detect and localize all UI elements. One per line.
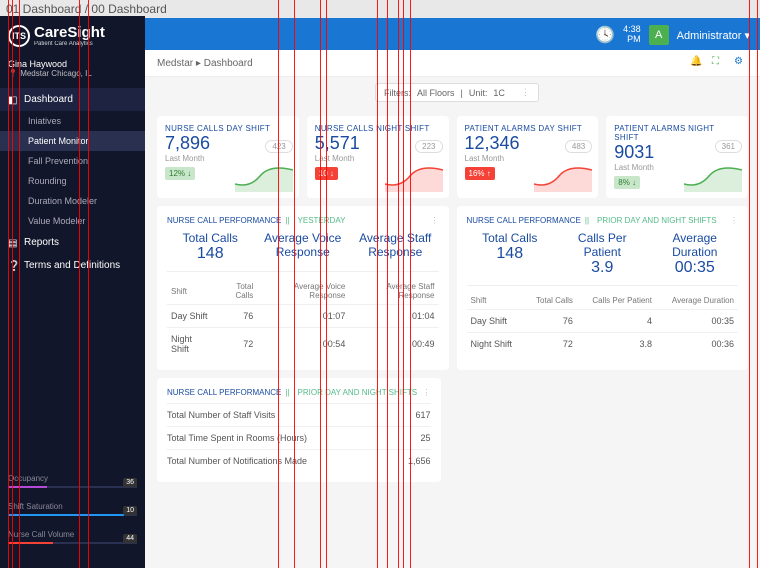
user-name: Gina Haywood: [8, 59, 137, 69]
kpi-sub: Last Month: [465, 154, 591, 163]
kpi-pill: 423: [265, 140, 292, 153]
kpi-card: NURSE CALLS DAY SHIFT 7,896 Last Month 1…: [157, 116, 299, 198]
sidebar-meters: Occupancy 36 Shift Saturation 10 Nurse C…: [8, 474, 137, 558]
avatar[interactable]: A: [649, 25, 669, 45]
kpi-title: NURSE CALLS NIGHT SHIFT: [315, 124, 441, 133]
table: ShiftTotal CallsCalls Per PatientAverage…: [467, 292, 739, 355]
panel-nurse-call-summary: NURSE CALL PERFORMANCE || PRIOR DAY AND …: [157, 378, 441, 482]
main: Medstar ▸ Dashboard 🔔 ⛶ ⚙ Filters:All Fl…: [145, 50, 760, 568]
panel-nurse-call-prior: NURSE CALL PERFORMANCE || PRIOR DAY AND …: [457, 206, 749, 370]
kpi-badge: 8% ↓: [614, 176, 640, 189]
kpi-pill: 483: [565, 140, 592, 153]
sub-header: Medstar ▸ Dashboard 🔔 ⛶ ⚙: [145, 50, 760, 77]
terms-icon: ❔: [8, 261, 18, 271]
nav-sub-fall-prevention[interactable]: Fall Prevention: [0, 151, 145, 171]
sidebar: ITS CareSightPatient Care Analytics Gina…: [0, 16, 145, 568]
kv-row: Total Time Spent in Rooms (Hours)25: [167, 426, 431, 449]
table-row: Day Shift76400:35: [467, 310, 739, 333]
kv-row: Total Number of Notifications Made1,656: [167, 449, 431, 472]
sparkline: [534, 164, 592, 192]
metric: Total Calls148: [167, 231, 254, 263]
nav-sub-rounding[interactable]: Rounding: [0, 171, 145, 191]
kpi-badge: 12% ↓: [165, 167, 195, 180]
nav-reports[interactable]: ▤Reports: [0, 231, 145, 254]
user-location: 📍 Medstar Chicago, IL: [8, 69, 137, 78]
dots-icon[interactable]: ⋮: [730, 216, 738, 225]
brand-sub: Patient Care Analytics: [34, 41, 105, 47]
chevron-right-icon: ▸: [196, 58, 201, 69]
sparkline: [385, 164, 443, 192]
kpi-badge: 10 ↓: [315, 167, 338, 180]
table-row: Night Shift7200:5400:49: [167, 328, 439, 361]
table-row: Night Shift723.800:36: [467, 333, 739, 356]
kv-row: Total Number of Staff Visits617: [167, 403, 431, 426]
kpi-pill: 361: [715, 140, 742, 153]
role-label[interactable]: Administrator ▾: [677, 29, 750, 42]
kpi-card: PATIENT ALARMS NIGHT SHIFT 9031 Last Mon…: [606, 116, 748, 198]
metric: Average Staff Response: [352, 231, 439, 263]
reports-icon: ▤: [8, 238, 18, 248]
meter-shift-saturation: Shift Saturation 10: [8, 502, 137, 516]
kpi-sub: Last Month: [165, 154, 291, 163]
metric: Average Duration00:35: [652, 231, 739, 277]
bell-icon[interactable]: 🔔: [690, 56, 704, 70]
dots-icon[interactable]: ⋮: [521, 87, 530, 98]
gear-icon[interactable]: ⚙: [734, 56, 748, 70]
nav-sub-patient-monitor[interactable]: Patient Monitor: [0, 131, 145, 151]
kpi-sub: Last Month: [315, 154, 441, 163]
sparkline: [235, 164, 293, 192]
clock-icon: 🕓: [595, 25, 615, 45]
meter-nurse-call-volume: Nurse Call Volume 44: [8, 530, 137, 544]
chevron-down-icon: ▾: [744, 30, 750, 42]
brand: ITS CareSightPatient Care Analytics: [0, 16, 145, 55]
nav-sub-duration-modeler[interactable]: Duration Modeler: [0, 191, 145, 211]
kpi-pill: 223: [415, 140, 442, 153]
kpi-card: NURSE CALLS NIGHT SHIFT 5,571 Last Month…: [307, 116, 449, 198]
time-display: 4:38PM: [623, 25, 641, 45]
brand-name: CareSight: [34, 24, 105, 41]
kpi-badge: 16% ↑: [465, 167, 495, 180]
nav-terms[interactable]: ❔Terms and Definitions: [0, 254, 145, 277]
brand-logo: ITS: [8, 25, 30, 47]
meter-occupancy: Occupancy 36: [8, 474, 137, 488]
expand-icon[interactable]: ⛶: [712, 56, 726, 70]
kpi-title: NURSE CALLS DAY SHIFT: [165, 124, 291, 133]
kpi-row: NURSE CALLS DAY SHIFT 7,896 Last Month 1…: [145, 108, 760, 206]
table-row: Day Shift7601:0701:04: [167, 305, 439, 328]
dots-icon[interactable]: ⋮: [423, 388, 431, 397]
kpi-card: PATIENT ALARMS DAY SHIFT 12,346 Last Mon…: [457, 116, 599, 198]
metric: Total Calls148: [467, 231, 554, 277]
nav-dashboard[interactable]: ◧Dashboard: [0, 88, 145, 111]
metric: Calls Per Patient3.9: [559, 231, 646, 277]
filter-bar[interactable]: Filters:All Floors | Unit: 1C ⋮: [375, 83, 539, 102]
dots-icon[interactable]: ⋮: [431, 216, 439, 225]
sparkline: [684, 164, 742, 192]
nav-sub-iniatives[interactable]: Iniatives: [0, 111, 145, 131]
metric: Average Voice Response: [260, 231, 347, 263]
dashboard-icon: ◧: [8, 95, 18, 105]
breadcrumb[interactable]: Medstar ▸ Dashboard: [157, 58, 253, 69]
user-info: Gina Haywood 📍 Medstar Chicago, IL: [0, 55, 145, 88]
table: ShiftTotal CallsAverage Voice ResponseAv…: [167, 278, 439, 360]
nav-sub-value-modeler[interactable]: Value Modeler: [0, 211, 145, 231]
kpi-title: PATIENT ALARMS DAY SHIFT: [465, 124, 591, 133]
panel-nurse-call-yesterday: NURSE CALL PERFORMANCE || YESTERDAY⋮Tota…: [157, 206, 449, 370]
